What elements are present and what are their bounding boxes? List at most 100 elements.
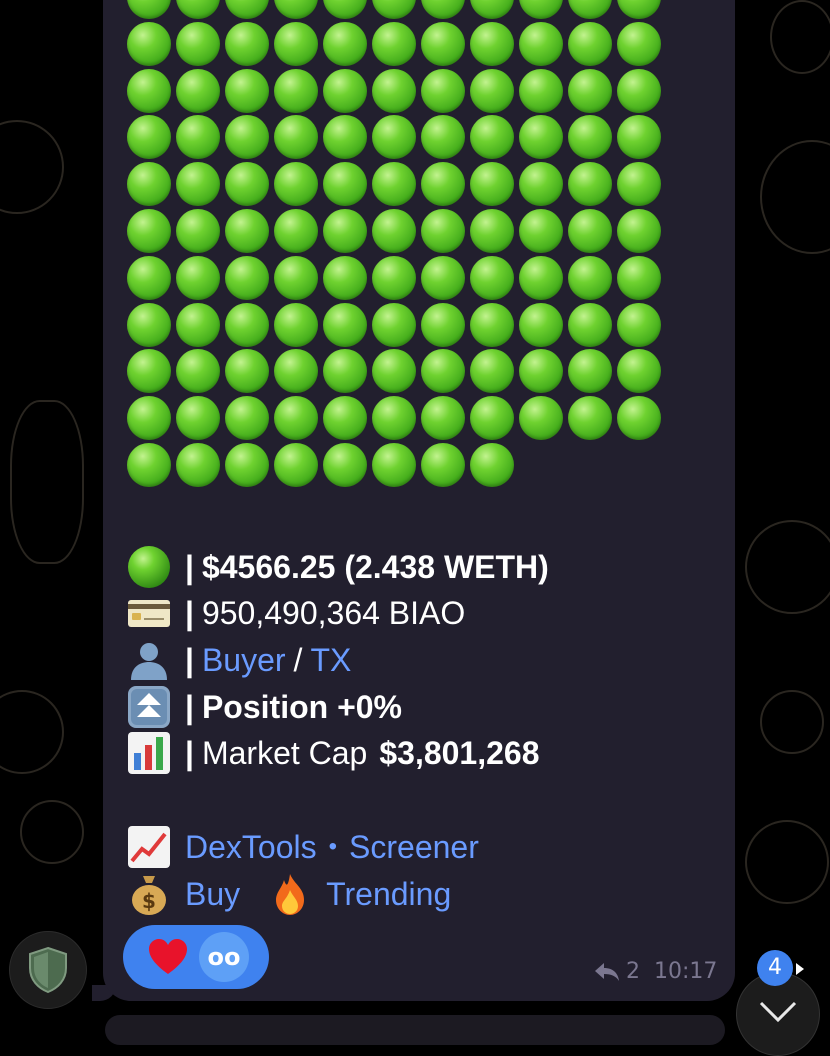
bar-chart-icon bbox=[127, 731, 171, 775]
green-circle-icon bbox=[127, 68, 171, 113]
green-circle-icon bbox=[127, 162, 171, 207]
dextools-link[interactable]: DexTools bbox=[185, 829, 317, 866]
green-circle-icon bbox=[568, 162, 612, 207]
background-doodle bbox=[770, 0, 830, 74]
background-doodle bbox=[0, 120, 64, 214]
bullet-separator: • bbox=[328, 833, 338, 860]
green-circle-icon bbox=[323, 443, 367, 487]
screener-link[interactable]: Screener bbox=[349, 829, 479, 866]
green-circle-icon bbox=[274, 209, 318, 253]
green-circle-icon bbox=[421, 162, 465, 207]
price-value: $4566.25 (2.438 WETH) bbox=[201, 548, 549, 585]
amount-row: | 950,490,364 BIAO bbox=[127, 591, 465, 635]
background-doodle bbox=[20, 800, 84, 864]
separator: | bbox=[185, 548, 194, 585]
reaction-pill[interactable]: oo bbox=[123, 925, 269, 989]
reply-arrow-icon bbox=[594, 962, 620, 982]
green-circle-icon bbox=[176, 68, 220, 113]
svg-text:$: $ bbox=[142, 889, 156, 913]
buyer-row: | Buyer / TX bbox=[127, 638, 351, 682]
green-circle-icon bbox=[617, 209, 661, 253]
green-circle-icon bbox=[176, 255, 220, 300]
reactor-avatar: oo bbox=[199, 932, 249, 982]
shield-icon bbox=[27, 946, 69, 998]
position-value: Position +0% bbox=[201, 688, 402, 725]
background-doodle bbox=[10, 400, 84, 564]
green-circle-icon bbox=[176, 302, 220, 347]
replies-count: 2 bbox=[626, 959, 640, 984]
green-circle-icon bbox=[421, 21, 465, 66]
green-circle-icon bbox=[470, 396, 514, 441]
green-circle-icon bbox=[617, 68, 661, 113]
chart-increasing-icon bbox=[127, 825, 171, 869]
green-circle-icon bbox=[176, 443, 220, 487]
fast-up-button-icon bbox=[127, 685, 171, 729]
green-circle-icon bbox=[519, 162, 563, 207]
green-circle-icon bbox=[176, 21, 220, 66]
green-circle-icon bbox=[323, 209, 367, 253]
green-circle-icon bbox=[225, 302, 269, 347]
buy-link[interactable]: Buy bbox=[185, 876, 240, 913]
green-circle-icon bbox=[568, 396, 612, 441]
green-circle-icon bbox=[225, 162, 269, 207]
credit-card-icon bbox=[127, 591, 171, 635]
green-circle-icon bbox=[372, 21, 416, 66]
green-circle-icon bbox=[519, 209, 563, 253]
green-circle-icon bbox=[470, 21, 514, 66]
green-circle-icon bbox=[127, 396, 171, 441]
green-circle-icon bbox=[274, 396, 318, 441]
green-circle-icon bbox=[617, 255, 661, 300]
next-message-edge bbox=[105, 1015, 725, 1045]
red-heart-icon bbox=[148, 938, 188, 976]
green-circle-icon bbox=[225, 255, 269, 300]
green-circle-icon bbox=[519, 302, 563, 347]
buy-trending-row: $ Buy Trending bbox=[127, 872, 451, 916]
green-circle-icon bbox=[568, 209, 612, 253]
green-circle-icon bbox=[372, 255, 416, 300]
message-time: 10:17 bbox=[654, 959, 718, 984]
green-circle-icon bbox=[372, 162, 416, 207]
green-circle-icon bbox=[274, 443, 318, 487]
green-circle-icon bbox=[421, 443, 465, 487]
green-circle-icon bbox=[519, 68, 563, 113]
buyer-link[interactable]: Buyer bbox=[202, 642, 286, 679]
green-circle-icon bbox=[225, 68, 269, 113]
tx-link[interactable]: TX bbox=[310, 642, 351, 679]
green-circle-icon bbox=[225, 21, 269, 66]
green-circle-icon bbox=[323, 21, 367, 66]
green-circle-icon bbox=[274, 162, 318, 207]
green-circle-icon bbox=[421, 68, 465, 113]
green-circle-icon bbox=[519, 21, 563, 66]
green-circle-icon bbox=[421, 255, 465, 300]
background-doodle bbox=[760, 140, 830, 254]
green-circle-icon bbox=[127, 302, 171, 347]
green-circle-icon bbox=[617, 21, 661, 66]
green-circle-icon bbox=[274, 68, 318, 113]
green-circle-icon bbox=[372, 302, 416, 347]
green-circle-icon bbox=[372, 396, 416, 441]
background-doodle bbox=[745, 820, 829, 904]
green-circle-icon bbox=[225, 443, 269, 487]
green-circle-icon bbox=[617, 302, 661, 347]
money-bag-icon: $ bbox=[127, 872, 171, 916]
trending-link[interactable]: Trending bbox=[326, 876, 451, 913]
market-cap-row: | Market Cap $3,801,268 bbox=[127, 731, 540, 775]
separator: | bbox=[185, 594, 194, 631]
sender-avatar[interactable] bbox=[9, 931, 87, 1009]
green-circle-icon bbox=[372, 443, 416, 487]
green-circle-icon bbox=[568, 21, 612, 66]
position-row: | Position +0% bbox=[127, 685, 402, 729]
fire-icon bbox=[268, 872, 312, 916]
green-circle-icon bbox=[519, 255, 563, 300]
links-row: DexTools • Screener bbox=[127, 825, 479, 869]
green-circle-icon bbox=[617, 396, 661, 441]
background-doodle bbox=[745, 520, 830, 614]
green-circle-icon bbox=[617, 162, 661, 207]
green-circle-icon bbox=[323, 68, 367, 113]
green-circle-icon bbox=[274, 302, 318, 347]
green-circle-icon bbox=[568, 255, 612, 300]
green-circle-icon bbox=[519, 396, 563, 441]
chevron-down-icon bbox=[759, 1001, 797, 1027]
green-circle-icon bbox=[176, 162, 220, 207]
green-circle-icon bbox=[470, 162, 514, 207]
